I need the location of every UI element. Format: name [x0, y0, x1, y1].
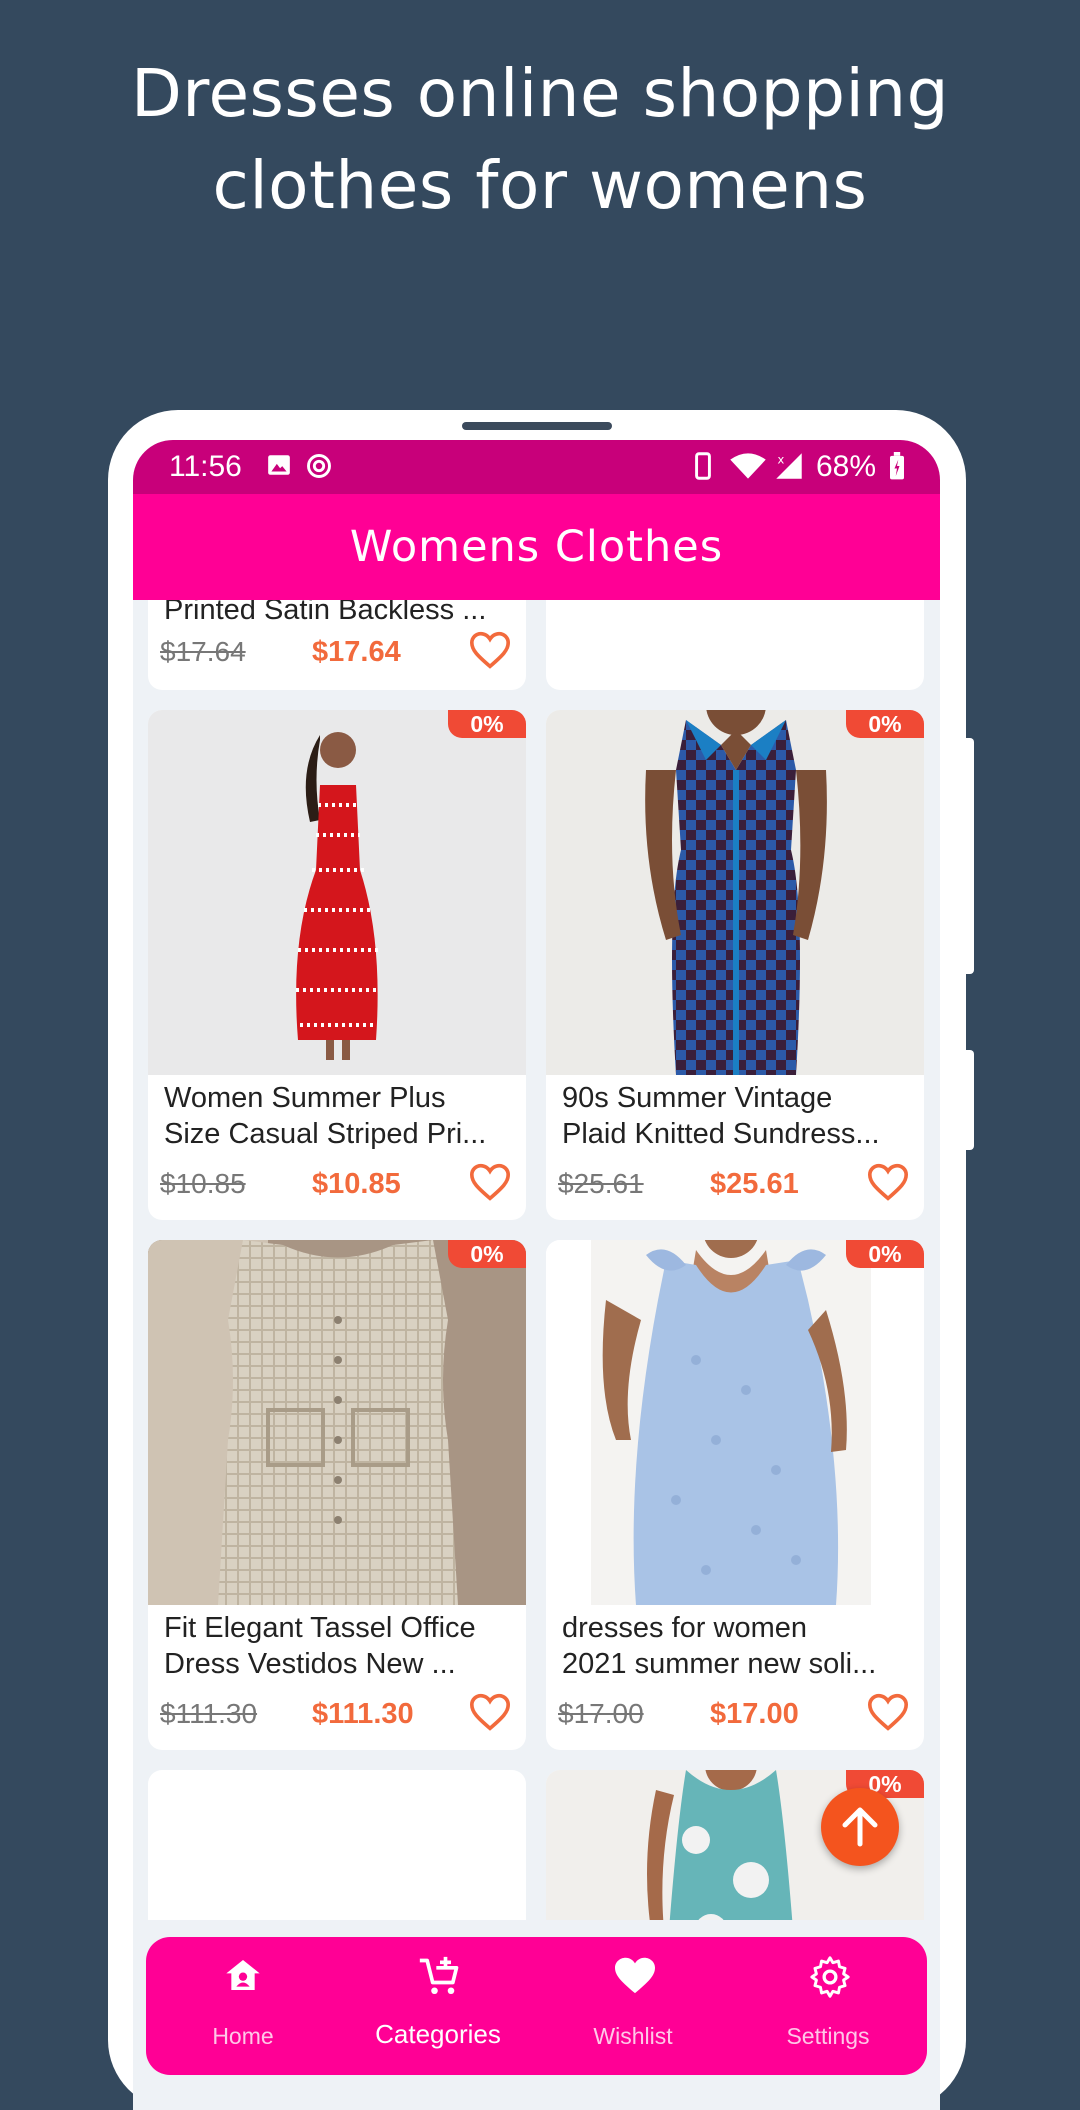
blue-plaid-dress-image: [645, 710, 827, 1075]
nav-settings-label: Settings: [786, 2023, 870, 2049]
svg-text:x: x: [778, 452, 785, 466]
phone-frame: 11:56 x 68% Womens Clothes Printed Satin…: [108, 410, 974, 2110]
product-name-line-2: 2021 summer new soli...: [562, 1648, 877, 1680]
gear-icon: [810, 1956, 850, 1998]
product-price: $10.85: [312, 1168, 401, 1200]
phone-status-icon: [695, 452, 711, 480]
product-name-line-2: Size Casual Striped Pri...: [164, 1118, 487, 1150]
product-old-price: $111.30: [160, 1698, 258, 1729]
discount-badge: 0%: [448, 1240, 526, 1268]
home-icon: [226, 1960, 260, 1990]
product-card[interactable]: Printed Satin Backless ... $17.64 $17.64: [148, 600, 526, 690]
product-card[interactable]: 0% Fit Elegant Tassel Office Dress Vesti…: [148, 1240, 526, 1750]
nav-home-label: Home: [212, 2023, 274, 2049]
nav-settings[interactable]: Settings: [748, 1937, 908, 2075]
scroll-to-top-button[interactable]: [821, 1788, 899, 1866]
product-name-line-1: Women Summer Plus: [164, 1082, 446, 1114]
wishlist-heart-icon[interactable]: [468, 630, 512, 670]
discount-badge: 0%: [846, 1240, 924, 1268]
product-price: $25.61: [710, 1168, 799, 1200]
product-card[interactable]: 0% Women Summer Plus Size Casual Striped…: [148, 710, 526, 1220]
wishlist-heart-icon[interactable]: [468, 1162, 512, 1202]
product-name-line-2: Dress Vestidos New ...: [164, 1648, 456, 1680]
product-old-price: $10.85: [160, 1168, 246, 1199]
phone-speaker: [462, 422, 612, 430]
signal-icon: x: [776, 452, 802, 479]
app-title: Womens Clothes: [349, 522, 724, 572]
app-bar: Womens Clothes: [133, 494, 940, 600]
product-card[interactable]: [148, 1770, 526, 1920]
promo-line-1: Dresses online shopping: [130, 55, 950, 132]
product-image[interactable]: [148, 1240, 526, 1605]
product-card[interactable]: [546, 600, 924, 690]
product-old-price: $17.00: [558, 1698, 644, 1729]
wishlist-heart-icon[interactable]: [866, 1162, 910, 1202]
cart-add-icon: [419, 1956, 459, 1995]
product-card[interactable]: 0% 90s Summer Vintage Plaid Knitted Sund…: [546, 710, 924, 1220]
product-name: Printed Satin Backless ...: [164, 600, 487, 626]
phone-power-button: [966, 1050, 974, 1150]
product-price: $17.64: [312, 636, 401, 668]
red-striped-dress-image: [296, 732, 380, 1060]
light-blue-dress-image: [591, 1240, 871, 1605]
nav-categories[interactable]: Categories: [358, 1937, 518, 2075]
nav-home[interactable]: Home: [163, 1937, 323, 2075]
phone-volume-button: [966, 738, 974, 974]
battery-icon: [890, 452, 904, 480]
nav-wishlist[interactable]: Wishlist: [553, 1937, 713, 2075]
wifi-icon: [730, 453, 766, 479]
image-notification-icon: [268, 455, 290, 475]
discount-badge: 0%: [846, 710, 924, 738]
nav-categories-label: Categories: [375, 2019, 501, 2049]
product-image[interactable]: [546, 1240, 924, 1605]
nav-wishlist-label: Wishlist: [593, 2023, 673, 2049]
status-bar: 11:56 x 68%: [133, 440, 940, 494]
wishlist-heart-icon[interactable]: [866, 1692, 910, 1732]
product-name-line-1: 90s Summer Vintage: [562, 1082, 833, 1114]
product-old-price: $17.64: [160, 636, 246, 667]
product-name-line-1: dresses for women: [562, 1612, 807, 1644]
product-old-price: $25.61: [558, 1168, 644, 1199]
status-time: 11:56: [169, 450, 242, 483]
wishlist-heart-icon[interactable]: [468, 1692, 512, 1732]
app-screen: 11:56 x 68% Womens Clothes Printed Satin…: [133, 440, 940, 2110]
product-name-line-1: Fit Elegant Tassel Office: [164, 1612, 476, 1644]
discount-badge: 0%: [448, 710, 526, 738]
arrow-up-icon: [842, 1807, 878, 1847]
product-name-line-2: Plaid Knitted Sundress...: [562, 1118, 880, 1150]
product-price: $17.00: [710, 1698, 799, 1730]
product-image[interactable]: [546, 710, 924, 1075]
battery-percent: 68%: [816, 450, 877, 483]
product-image[interactable]: [148, 710, 526, 1075]
bottom-navigation: Home Categories Wishlist Settings: [146, 1937, 927, 2075]
product-price: $111.30: [312, 1698, 414, 1730]
promo-line-2: clothes for womens: [212, 147, 868, 224]
promo-headline: Dresses online shopping clothes for wome…: [0, 48, 1080, 232]
product-card[interactable]: 0% dresses for women 2021 summer new sol…: [546, 1240, 924, 1750]
heart-icon: [615, 1957, 655, 1994]
product-grid[interactable]: Printed Satin Backless ... $17.64 $17.64: [133, 600, 940, 1920]
sync-notification-icon: [307, 454, 331, 478]
tweed-dress-image: [148, 1240, 526, 1605]
